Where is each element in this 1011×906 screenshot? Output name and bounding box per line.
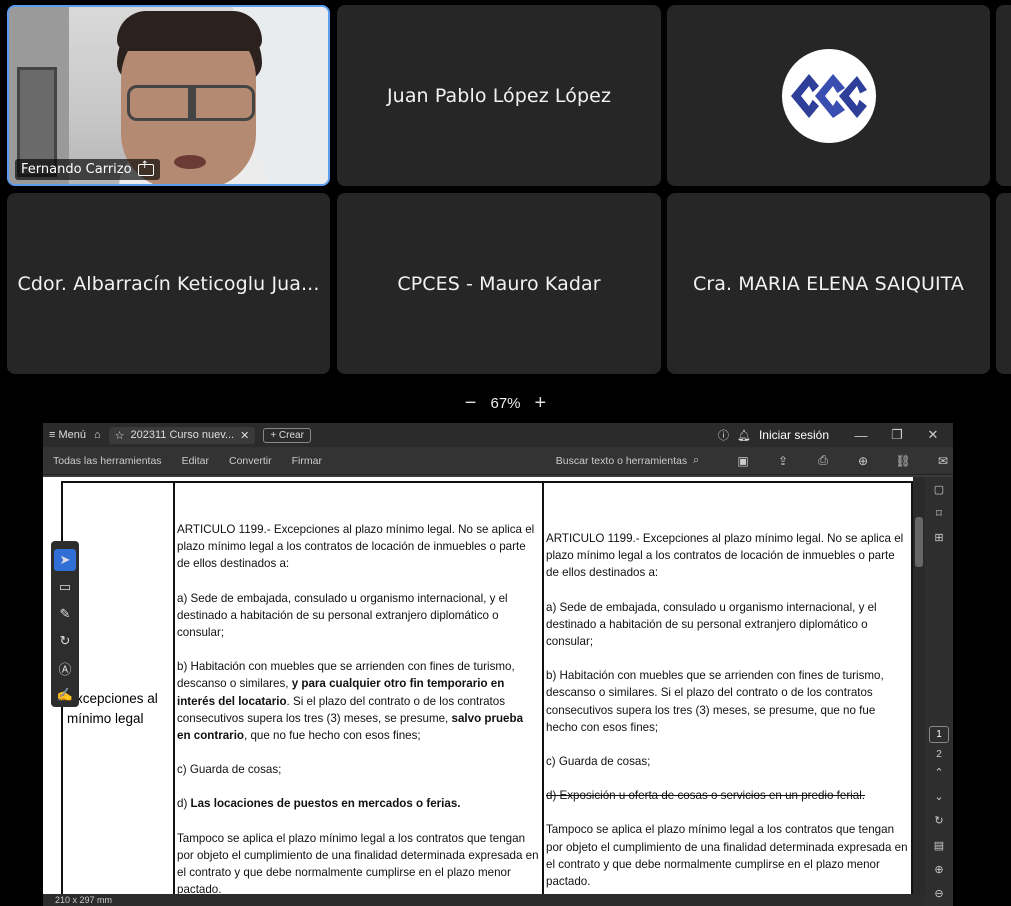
restore-icon[interactable]: ❐: [883, 427, 911, 443]
notifications-icon[interactable]: 🔔︎: [737, 429, 751, 442]
tools-menubar: Todas las herramientas Editar Convertir …: [43, 447, 953, 475]
participant-name: Cra. MARIA ELENA SAIQUITA: [693, 272, 964, 295]
participant-name: CPCES - Mauro Kadar: [397, 272, 601, 295]
article-heading: ARTICULO 1199.- Excepciones al plazo mín…: [177, 523, 535, 571]
row-label: Excepciones al mínimo legal: [67, 691, 158, 726]
left-column-text: ARTICULO 1199.- Excepciones al plazo mín…: [177, 521, 539, 894]
item-c: c) Guarda de cosas;: [546, 755, 651, 769]
help-icon[interactable]: ⓘ: [718, 427, 729, 443]
menu-sign[interactable]: Firmar: [292, 455, 322, 467]
document-tab-title: 202311 Curso nuev...: [130, 429, 235, 441]
share-zoom-controls: − 67% +: [0, 390, 1011, 416]
participant-name: Juan Pablo López López: [386, 84, 612, 107]
upload-icon[interactable]: ⇪: [773, 454, 793, 468]
video-tile-albarracin[interactable]: Cdor. Albarracín Keticoglu Jua...: [7, 193, 330, 374]
video-tile-cpce-logo[interactable]: [667, 5, 990, 186]
participant-video: [9, 7, 328, 184]
current-page[interactable]: 1: [929, 726, 949, 743]
sign-tool-icon[interactable]: ✍: [54, 684, 76, 706]
item-c: c) Guarda de cosas;: [177, 763, 282, 777]
document-icon[interactable]: ▤: [934, 833, 944, 857]
video-tile-partial-2[interactable]: [996, 193, 1011, 374]
draw-tool-icon[interactable]: ↻: [54, 630, 76, 652]
comment-tool-icon[interactable]: ▭: [54, 576, 76, 598]
star-icon[interactable]: ☆: [115, 429, 125, 442]
comments-icon[interactable]: ▢: [934, 477, 944, 501]
document-tab[interactable]: ☆ 202311 Curso nuev... ✕: [108, 426, 256, 444]
tool-search[interactable]: Buscar texto o herramientas ⌕: [556, 454, 699, 467]
print-icon[interactable]: ⎙: [813, 453, 833, 468]
page-up-icon[interactable]: ⌃: [934, 760, 943, 784]
zoom-out-icon[interactable]: ⊖: [934, 882, 943, 906]
zoom-in-button[interactable]: +: [535, 393, 547, 413]
rotate-icon[interactable]: ↻: [934, 809, 943, 833]
close-tab-icon[interactable]: ✕: [240, 429, 249, 442]
page-2[interactable]: 2: [936, 749, 942, 760]
item-a: a) Sede de embajada, consulado u organis…: [177, 591, 508, 640]
menu-convert[interactable]: Convertir: [229, 455, 272, 467]
article-heading: ARTICULO 1199.- Excepciones al plazo mín…: [546, 532, 904, 580]
cpce-logo: [781, 48, 876, 143]
select-tool-icon[interactable]: ➤: [54, 549, 76, 571]
text-tool-icon[interactable]: Ⓐ: [54, 657, 76, 679]
participant-name: Fernando Carrizo: [21, 162, 132, 177]
quick-tools-panel: ➤ ▭ ✎ ↻ Ⓐ ✍: [51, 541, 79, 707]
video-tile-juan-pablo[interactable]: Juan Pablo López López: [337, 5, 661, 186]
share-icon[interactable]: ⊕: [853, 454, 873, 468]
search-icon[interactable]: ⌕: [693, 454, 699, 467]
screen-share-icon: [137, 160, 154, 176]
minimize-icon[interactable]: —: [847, 428, 875, 443]
search-placeholder: Buscar texto o herramientas: [555, 454, 688, 467]
create-button[interactable]: + Crear: [263, 427, 311, 443]
item-a: a) Sede de embajada, consulado u organis…: [546, 600, 877, 649]
link-icon[interactable]: ⛓: [893, 454, 913, 468]
home-icon[interactable]: ⌂: [94, 429, 101, 441]
close-window-icon[interactable]: ✕: [919, 427, 947, 443]
page-size-status: 210 x 297 mm: [43, 894, 925, 906]
save-icon[interactable]: ▣: [733, 454, 753, 468]
right-toolbar: ▢ ⌑ ⊞ 1 2 ⌃ ⌄ ↻ ▤ ⊕ ⊖: [925, 477, 953, 906]
video-tile-maria-elena[interactable]: Cra. MARIA ELENA SAIQUITA: [667, 193, 990, 374]
menu-all-tools[interactable]: Todas las herramientas: [53, 455, 162, 467]
highlight-tool-icon[interactable]: ✎: [54, 603, 76, 625]
closing-paragraph: Tampoco se aplica el plazo mínimo legal …: [546, 823, 908, 889]
menu-button[interactable]: ≡ Menú: [49, 429, 86, 441]
zoom-out-button[interactable]: −: [465, 393, 477, 413]
vertical-scrollbar[interactable]: [913, 477, 925, 894]
pdf-page: Excepciones al mínimo legal ARTICULO 119…: [43, 477, 913, 894]
shared-screen-pdf-viewer: ≡ Menú ⌂ ☆ 202311 Curso nuev... ✕ + Crea…: [43, 423, 953, 906]
bookmarks-icon[interactable]: ⌑: [936, 501, 942, 525]
login-button[interactable]: Iniciar sesión: [759, 428, 829, 442]
item-d: d) Las locaciones de puestos en mercados…: [177, 797, 461, 811]
video-tile-partial-1[interactable]: [996, 5, 1011, 186]
zoom-level: 67%: [490, 394, 521, 412]
participant-name-tag: Fernando Carrizo: [15, 159, 160, 180]
page-down-icon[interactable]: ⌄: [934, 784, 943, 808]
video-tile-fernando[interactable]: Fernando Carrizo: [7, 5, 330, 186]
item-d-struck: d) Exposición u oferta de cosas o servic…: [546, 789, 865, 803]
zoom-in-icon[interactable]: ⊕: [934, 857, 943, 881]
menu-edit[interactable]: Editar: [182, 455, 209, 467]
closing-paragraph: Tampoco se aplica el plazo mínimo legal …: [177, 831, 539, 894]
participant-name: Cdor. Albarracín Keticoglu Jua...: [17, 272, 320, 295]
item-b: b) Habitación con muebles que se arriend…: [546, 669, 884, 734]
video-tile-mauro-kadar[interactable]: CPCES - Mauro Kadar: [337, 193, 661, 374]
item-b: b) Habitación con muebles que se arriend…: [177, 660, 524, 743]
viewer-titlebar: ≡ Menú ⌂ ☆ 202311 Curso nuev... ✕ + Crea…: [43, 423, 953, 447]
email-icon[interactable]: ✉: [933, 454, 953, 468]
thumbnails-icon[interactable]: ⊞: [934, 526, 943, 550]
right-column-text: ARTICULO 1199.- Excepciones al plazo mín…: [546, 530, 908, 894]
